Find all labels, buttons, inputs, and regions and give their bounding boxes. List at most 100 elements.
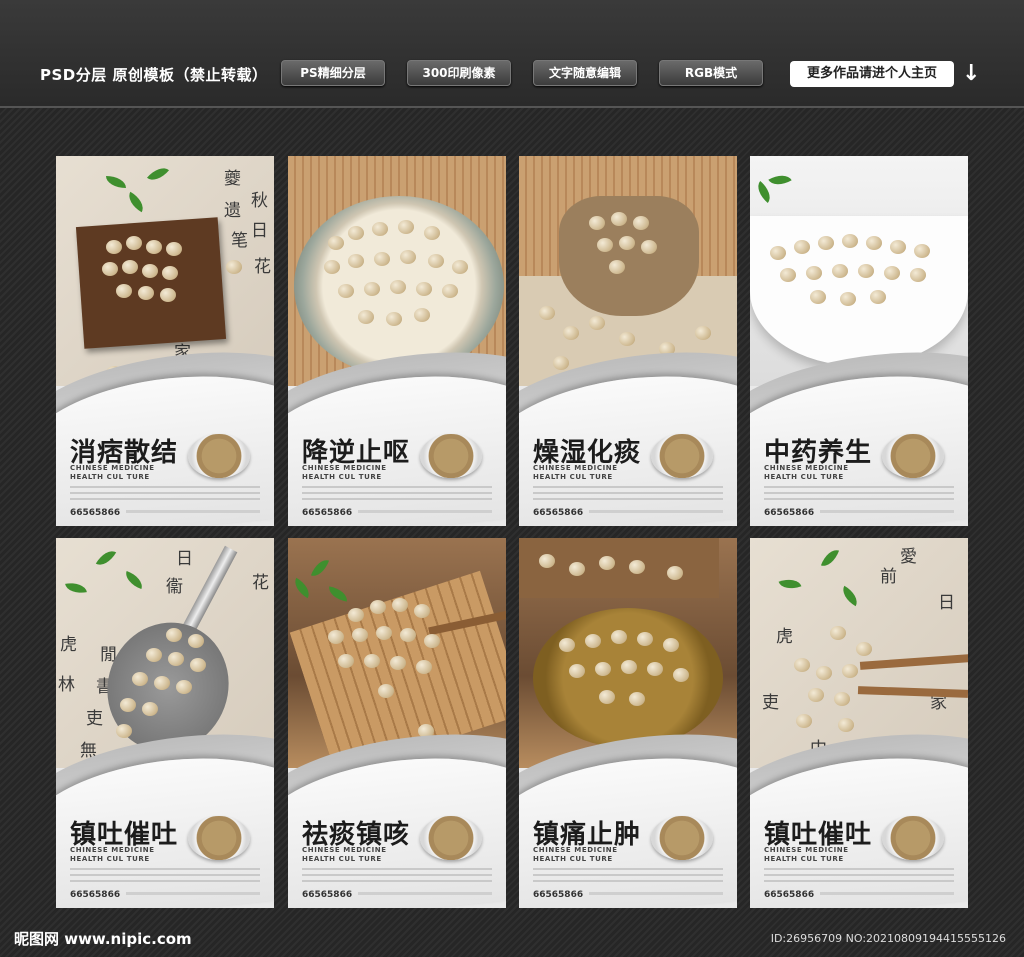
- card-subtitle: CHINESE MEDICINE HEALTH CUL TURE: [764, 846, 849, 863]
- herb-bean: [629, 692, 645, 706]
- herb-bean: [116, 284, 132, 298]
- footer-bar: 昵图网 www.nipic.com ID:26956709 NO:2021080…: [0, 918, 1024, 957]
- herb-bean: [589, 216, 605, 230]
- brass-scale-pan: [533, 608, 723, 748]
- more-works-link[interactable]: 更多作品请进个人主页: [790, 61, 954, 87]
- herb-bean: [168, 652, 184, 666]
- herb-bean: [808, 688, 824, 702]
- tag-editable-text: 文字随意编辑: [533, 60, 637, 86]
- text-placeholder-lines: [764, 868, 954, 886]
- herb-bean: [106, 240, 122, 254]
- herb-bean: [374, 252, 390, 266]
- herb-bean: [188, 634, 204, 648]
- calligraphy-char: 日: [176, 549, 193, 569]
- text-placeholder-lines: [302, 486, 492, 504]
- herb-bean: [619, 332, 635, 346]
- product-photo: [288, 156, 506, 386]
- herb-bean: [166, 628, 182, 642]
- herb-bean: [370, 600, 386, 614]
- herb-bean: [611, 212, 627, 226]
- phone-number: 66565866: [302, 890, 353, 900]
- calligraphy-char: 日: [938, 593, 955, 613]
- white-bowl: [750, 216, 968, 366]
- herb-bean: [884, 266, 900, 280]
- text-placeholder-lines: [533, 868, 723, 886]
- herb-bean: [816, 666, 832, 680]
- footer-rule: [589, 892, 723, 895]
- mint-leaf-icon: [838, 585, 862, 607]
- herb-bean: [390, 280, 406, 294]
- herb-bean: [619, 236, 635, 250]
- herb-bean: [842, 664, 858, 678]
- herb-bean: [796, 714, 812, 728]
- mint-leaf-icon: [768, 169, 792, 191]
- herb-bean: [364, 282, 380, 296]
- calligraphy-char: 花: [254, 257, 271, 277]
- herb-bean: [569, 562, 585, 576]
- herb-bean: [633, 216, 649, 230]
- herb-bean: [599, 556, 615, 570]
- product-photo: 愛 前 日 虎 吏 中 遍 家: [750, 538, 968, 773]
- herb-bean: [378, 684, 394, 698]
- product-photo: 夔 遗 秋 日 笔 花 家: [56, 156, 274, 386]
- wooden-box: [519, 538, 719, 598]
- calligraphy-char: 日: [251, 221, 268, 241]
- page-title: PSD分层 原创模板（禁止转载）: [40, 66, 268, 84]
- herb-bean: [569, 664, 585, 678]
- footer-rule: [358, 892, 492, 895]
- herb-dish: [882, 816, 944, 860]
- herb-bean: [424, 634, 440, 648]
- mint-leaf-icon: [820, 546, 840, 570]
- mint-leaf-icon: [65, 580, 87, 596]
- card-subtitle: CHINESE MEDICINE HEALTH CUL TURE: [302, 846, 387, 863]
- herb-bean: [830, 626, 846, 640]
- calligraphy-char: 衞: [166, 577, 183, 597]
- herb-bean: [116, 724, 132, 738]
- herb-dish: [188, 434, 250, 478]
- header-bar: PSD分层 原创模板（禁止转载） PS精细分层 300印刷像素 文字随意编辑 R…: [0, 0, 1024, 108]
- mint-leaf-icon: [752, 180, 776, 204]
- calligraphy-char: 秋: [251, 191, 268, 211]
- card-subtitle: CHINESE MEDICINE HEALTH CUL TURE: [533, 464, 618, 481]
- herb-bean: [553, 356, 569, 370]
- poster-card: 降逆止呕 CHINESE MEDICINE HEALTH CUL TURE 66…: [288, 156, 506, 526]
- product-photo: [519, 156, 737, 386]
- herb-bean: [390, 656, 406, 670]
- herb-bean: [132, 672, 148, 686]
- poster-card: 燥湿化痰 CHINESE MEDICINE HEALTH CUL TURE 66…: [519, 156, 737, 526]
- herb-bean: [611, 630, 627, 644]
- calligraphy-char: 花: [252, 573, 269, 593]
- calligraphy-char: 笔: [231, 231, 248, 251]
- calligraphy-char: 吏: [762, 693, 779, 713]
- card-subtitle: CHINESE MEDICINE HEALTH CUL TURE: [764, 464, 849, 481]
- phone-number: 66565866: [533, 508, 584, 518]
- calligraphy-char: 前: [880, 567, 897, 587]
- herb-bean: [120, 698, 136, 712]
- herb-bean: [146, 648, 162, 662]
- herb-bean: [914, 244, 930, 258]
- herb-bean: [414, 604, 430, 618]
- site-logo[interactable]: 昵图网 www.nipic.com: [14, 928, 192, 949]
- herb-bean: [585, 634, 601, 648]
- herb-bean: [856, 642, 872, 656]
- mint-leaf-icon: [778, 574, 802, 594]
- tag-resolution: 300印刷像素: [407, 60, 511, 86]
- herb-bean: [166, 242, 182, 256]
- card-subtitle: CHINESE MEDICINE HEALTH CUL TURE: [302, 464, 387, 481]
- herb-bean: [810, 290, 826, 304]
- herb-bean: [146, 240, 162, 254]
- wooden-tray: [75, 217, 227, 349]
- phone-number: 66565866: [70, 890, 121, 900]
- tag-rgb: RGB模式: [659, 60, 763, 86]
- poster-card: 夔 遗 秋 日 笔 花 家 消痞散结 CHINESE MEDICINE HEAL…: [56, 156, 274, 526]
- phone-number: 66565866: [70, 508, 121, 518]
- herb-bean: [400, 250, 416, 264]
- calligraphy-char: 遗: [224, 201, 241, 221]
- herb-bean: [637, 632, 653, 646]
- herb-bean: [910, 268, 926, 282]
- herb-bean: [324, 260, 340, 274]
- herb-bean: [595, 662, 611, 676]
- herb-bean: [102, 262, 118, 276]
- herb-bean: [818, 236, 834, 250]
- poster-card: 祛痰镇咳 CHINESE MEDICINE HEALTH CUL TURE 66…: [288, 538, 506, 908]
